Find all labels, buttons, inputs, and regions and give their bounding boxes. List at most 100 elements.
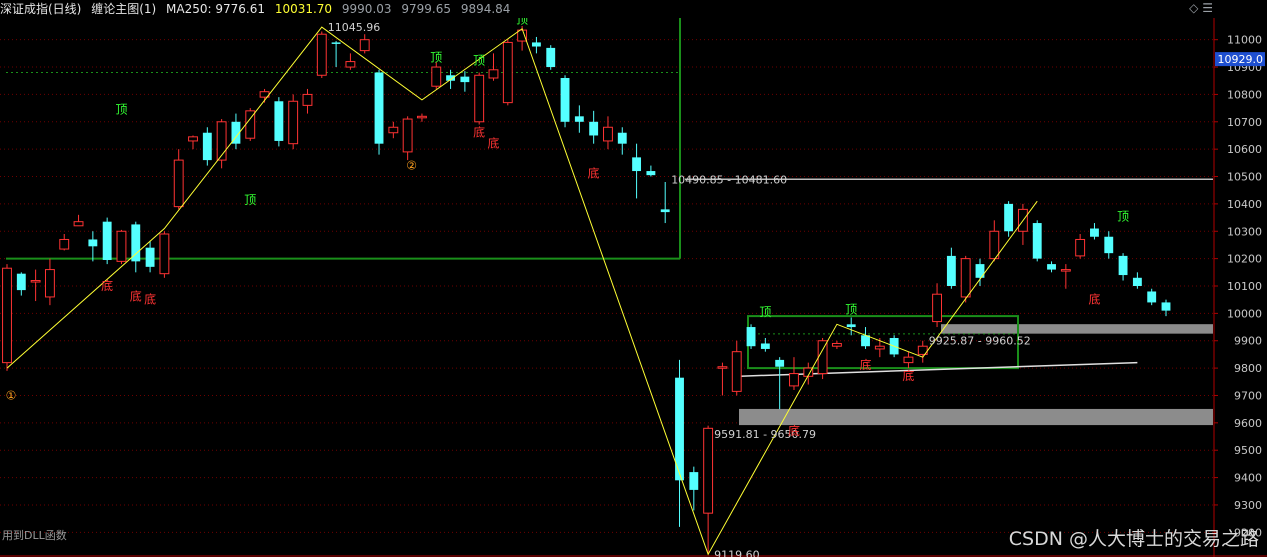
candle-body bbox=[560, 78, 570, 122]
lower-zone bbox=[739, 408, 1213, 426]
top-mark: 顶 bbox=[473, 53, 485, 67]
price-annotation: 9119.60 bbox=[714, 548, 760, 557]
top-mark: 顶 bbox=[430, 51, 442, 65]
candle-body bbox=[116, 230, 127, 262]
candle-body bbox=[374, 72, 384, 144]
candle-body bbox=[345, 61, 356, 68]
candle-body bbox=[431, 66, 442, 87]
candle-body bbox=[88, 239, 98, 247]
candle-body bbox=[989, 230, 1000, 260]
candle-body bbox=[2, 267, 12, 364]
bottom-mark: 底 bbox=[144, 291, 156, 306]
candle-body bbox=[388, 126, 399, 134]
indicator-name[interactable]: 缠论主图(1) bbox=[91, 2, 156, 16]
price-annotation: 11045.96 bbox=[328, 21, 381, 34]
chart-header: 深证成指(日线) 缠论主图(1) MA250: 9776.61 10031.70… bbox=[0, 0, 1267, 18]
candle-body bbox=[846, 324, 856, 328]
upper-zone bbox=[941, 324, 1213, 334]
candle-body bbox=[689, 472, 699, 490]
candle-body bbox=[1161, 302, 1171, 311]
value-4: 9894.84 bbox=[460, 2, 511, 16]
candle-body bbox=[589, 121, 599, 136]
bottom-mark: 底 bbox=[902, 368, 914, 383]
candle-body bbox=[188, 136, 198, 142]
candle-body bbox=[302, 93, 313, 106]
y-tick-label: 10500 bbox=[1227, 171, 1262, 184]
top-mark: 顶 bbox=[1117, 209, 1129, 223]
candle-body bbox=[603, 126, 613, 142]
bottom-mark: 底 bbox=[1088, 291, 1100, 306]
candle-body bbox=[546, 47, 556, 68]
candle-body bbox=[903, 356, 914, 364]
y-tick-label: 9900 bbox=[1234, 335, 1262, 348]
candle-body bbox=[946, 255, 956, 286]
top-mark: 顶 bbox=[759, 305, 771, 319]
candle-body bbox=[460, 76, 470, 83]
y-tick-label: 10000 bbox=[1227, 307, 1262, 320]
y-tick-label: 9400 bbox=[1234, 472, 1262, 485]
y-tick-label: 9800 bbox=[1234, 362, 1262, 375]
bottom-mark: 底 bbox=[130, 289, 142, 304]
watermark: CSDN @人大博士的交易之路 bbox=[1008, 528, 1259, 550]
bottom-mark: 底 bbox=[473, 125, 485, 140]
y-tick-label: 10800 bbox=[1227, 88, 1262, 101]
bottom-mark: 底 bbox=[588, 166, 600, 181]
candle-body bbox=[731, 351, 742, 392]
candlestick-chart[interactable]: 1100010900108001070010600105001040010300… bbox=[0, 18, 1267, 557]
candle-body bbox=[517, 29, 528, 42]
candle-body bbox=[216, 121, 227, 161]
candle-body bbox=[1075, 238, 1086, 257]
candle-body bbox=[173, 159, 184, 208]
price-annotation: 10490.85 - 10481.60 bbox=[671, 173, 787, 186]
top-mark: 顶 bbox=[845, 302, 857, 316]
top-mark: 顶 bbox=[115, 103, 127, 117]
candle-body bbox=[159, 233, 170, 275]
candle-body bbox=[131, 224, 141, 262]
candle-body bbox=[760, 343, 770, 349]
candle-body bbox=[30, 280, 41, 283]
y-tick-label: 9600 bbox=[1234, 417, 1262, 430]
candle-body bbox=[531, 42, 541, 47]
candle-body bbox=[488, 69, 499, 79]
y-tick-label: 11000 bbox=[1227, 34, 1262, 47]
candle-body bbox=[316, 33, 327, 76]
candle-body bbox=[202, 132, 212, 161]
candle-body bbox=[1090, 228, 1099, 237]
diamond-icon[interactable]: ◇ bbox=[1189, 1, 1198, 15]
corner-controls[interactable]: ◇ ☰ bbox=[1189, 1, 1213, 15]
candle-body bbox=[502, 41, 513, 104]
candle-body bbox=[417, 115, 427, 119]
bottom-mark: 底 bbox=[487, 135, 499, 150]
candle-body bbox=[73, 221, 84, 227]
y-tick-label: 9500 bbox=[1234, 444, 1262, 457]
candle-body bbox=[717, 366, 728, 369]
candle-body bbox=[817, 340, 828, 375]
candle-body bbox=[1132, 277, 1142, 286]
circle-mark: ① bbox=[6, 388, 17, 402]
candle-body bbox=[574, 116, 584, 122]
status-text: 用到DLL函数 bbox=[2, 529, 67, 542]
candle-body bbox=[932, 293, 942, 323]
candle-body bbox=[1004, 203, 1014, 232]
candle-body bbox=[703, 427, 714, 514]
bottom-mark: 底 bbox=[101, 278, 113, 293]
candle-body bbox=[1104, 236, 1114, 254]
y-tick-label: 10300 bbox=[1227, 225, 1262, 238]
y-tick-label: 9700 bbox=[1234, 389, 1262, 402]
value-3: 9799.65 bbox=[401, 2, 451, 16]
bottom-mark: 底 bbox=[788, 423, 800, 438]
candle-body bbox=[274, 101, 284, 141]
zigzag-line bbox=[6, 26, 1038, 556]
candle-body bbox=[1032, 223, 1042, 259]
value-2: 9990.03 bbox=[341, 2, 392, 16]
candle-body bbox=[831, 342, 842, 347]
candle-body bbox=[775, 359, 785, 367]
candle-body bbox=[359, 39, 370, 52]
chart-title: 深证成指(日线) bbox=[0, 2, 82, 16]
candle-body bbox=[1047, 264, 1056, 270]
value-1: 10031.70 bbox=[274, 2, 333, 16]
candle-body bbox=[474, 74, 485, 123]
candle-body bbox=[660, 209, 670, 213]
top-mark: 顶 bbox=[244, 193, 256, 207]
menu-icon[interactable]: ☰ bbox=[1202, 1, 1213, 15]
